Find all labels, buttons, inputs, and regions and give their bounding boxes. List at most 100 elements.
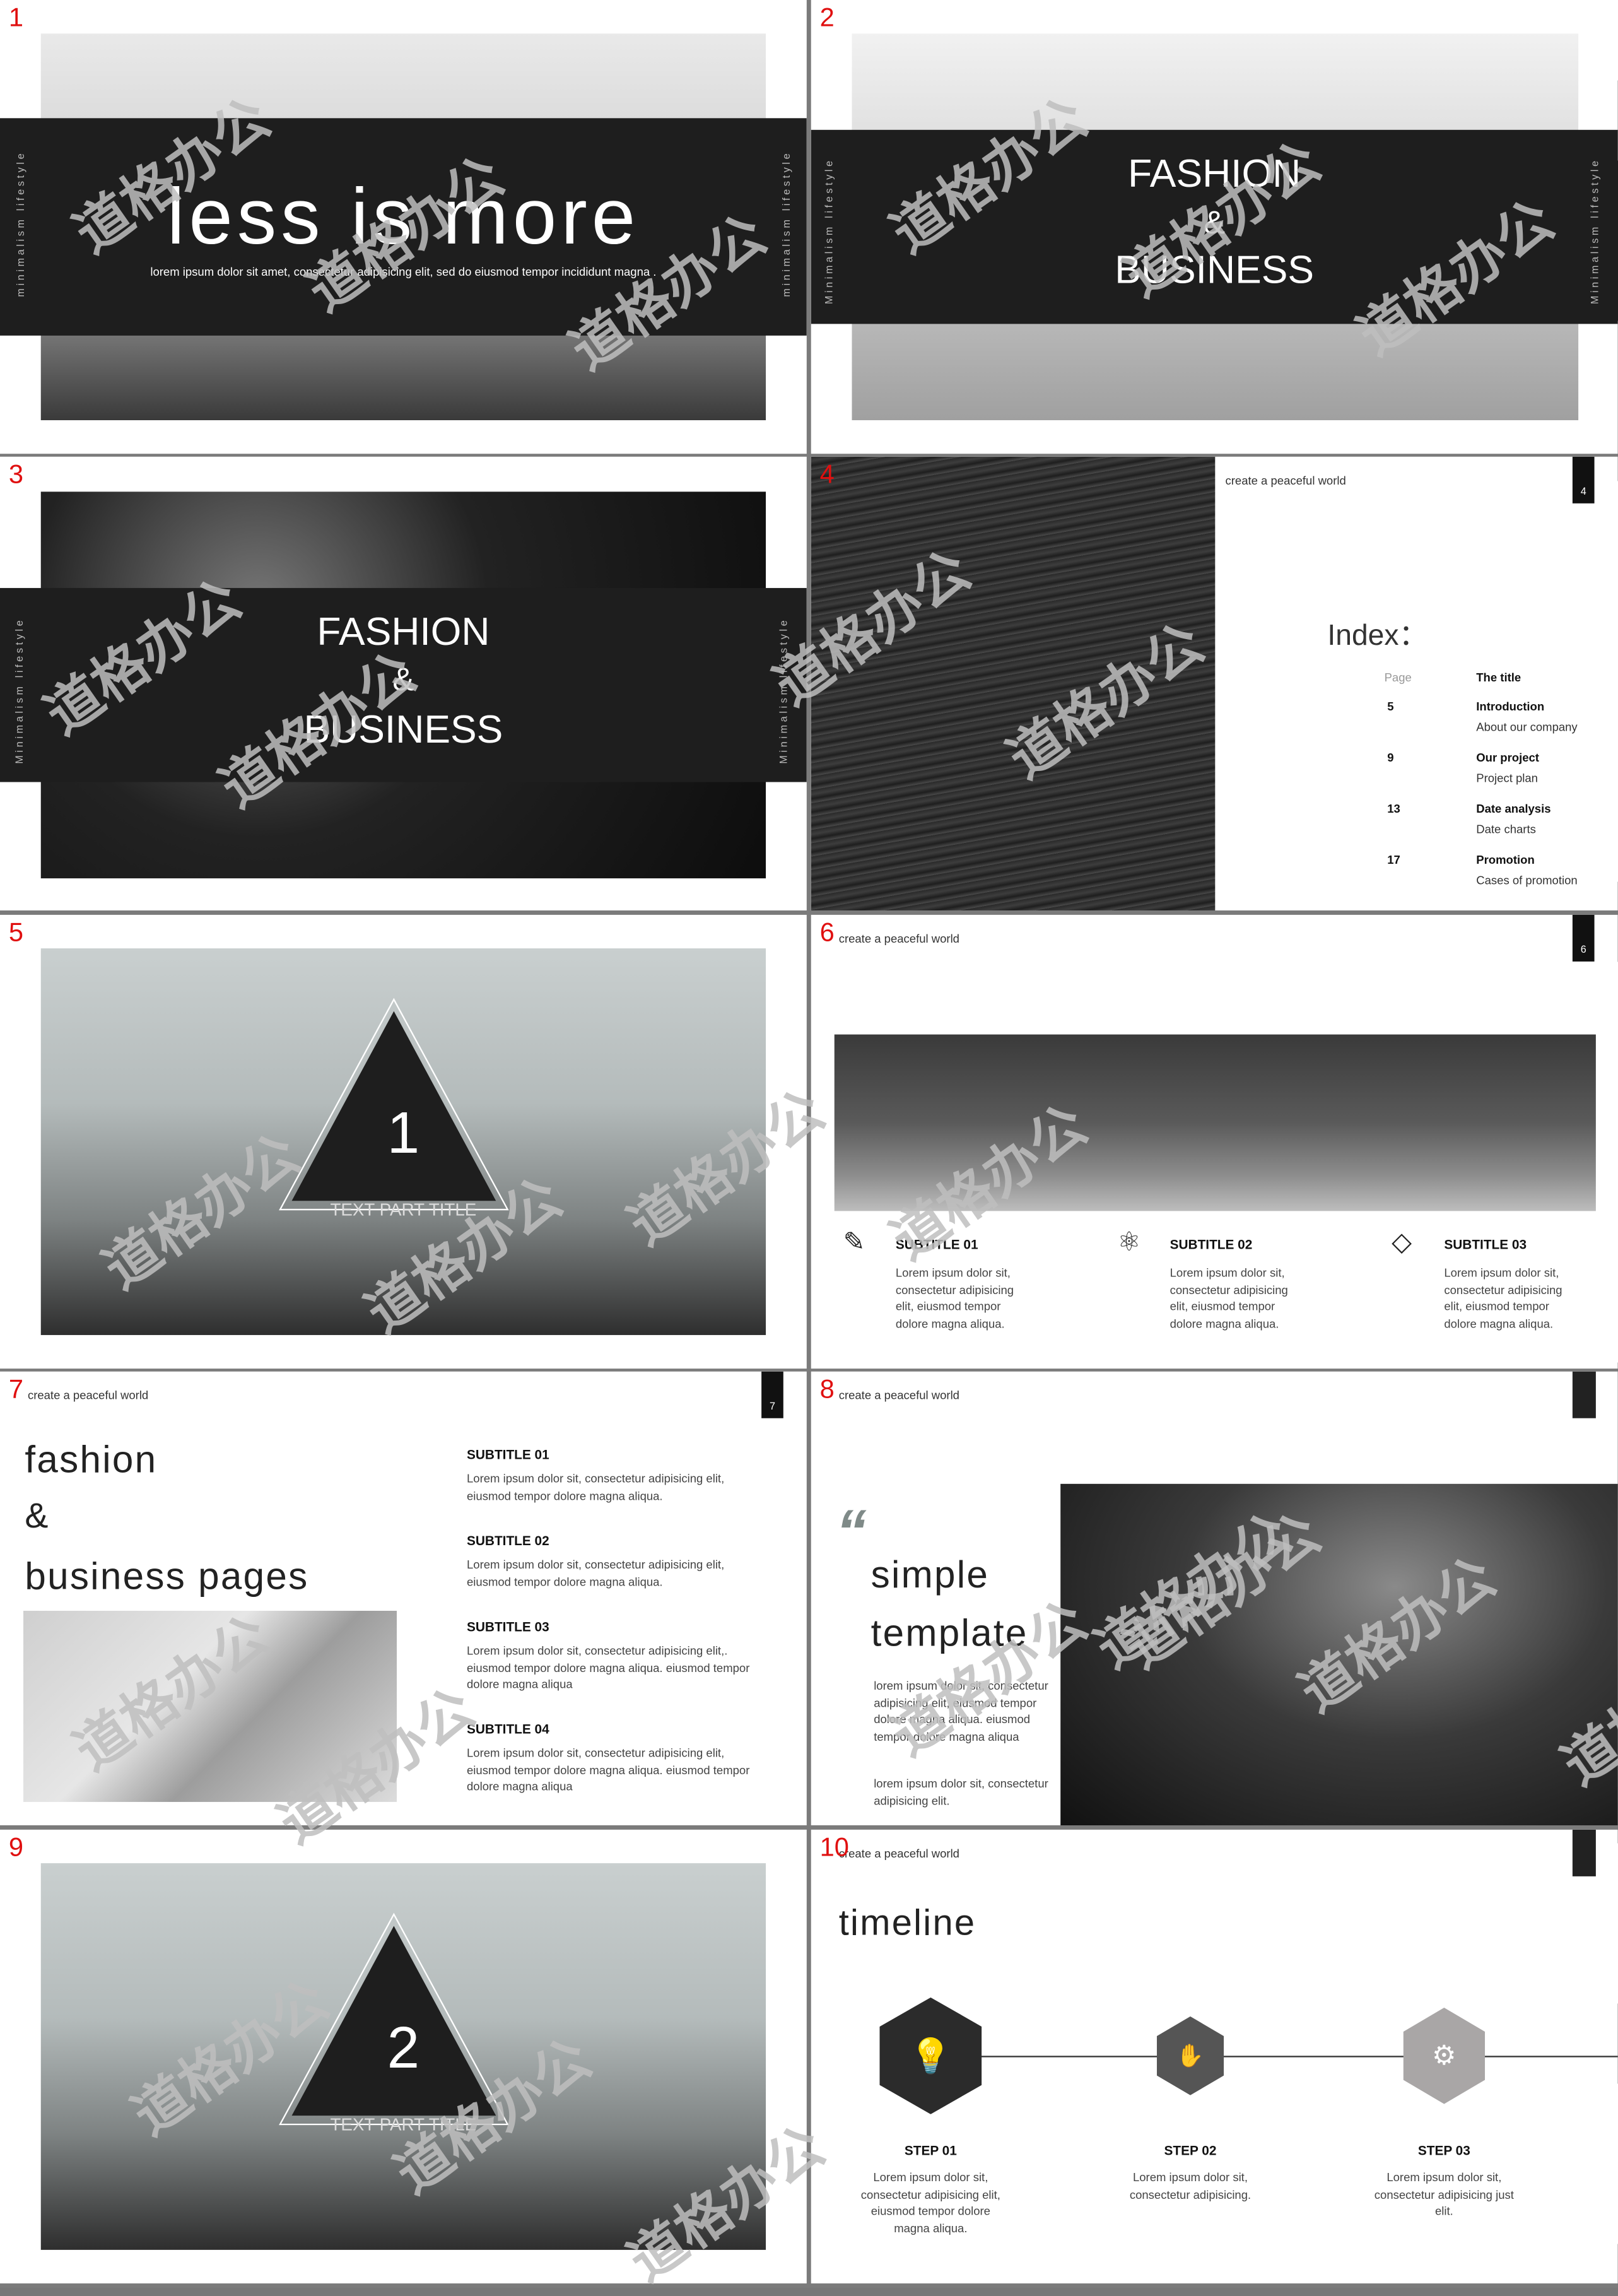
vertical-tagline-right: Minimalism lifestyle bbox=[1590, 158, 1601, 305]
page-number-box: 4 bbox=[1572, 456, 1595, 503]
title-line-3: BUSINESS bbox=[1115, 248, 1315, 292]
timeline-hexagon: ⚙ bbox=[1403, 2008, 1486, 2104]
title-line-2: & bbox=[392, 661, 414, 698]
col-page: Page bbox=[1384, 671, 1412, 685]
subtitle-heading: SUBTITLE 02 bbox=[467, 1533, 549, 1548]
header-tagline: create a peaceful world bbox=[1225, 474, 1346, 488]
title-line-2: template bbox=[871, 1611, 1028, 1655]
index-entry-desc: Date charts bbox=[1476, 823, 1536, 837]
step-text: Lorem ipsum dolor sit, consectetur adipi… bbox=[1374, 2171, 1514, 2218]
header-tagline: create a peaceful world bbox=[838, 1389, 959, 1403]
slide-8[interactable]: 8 create a peaceful world “ simple templ… bbox=[811, 1371, 1618, 1825]
index-entry-desc: Cases of promotion bbox=[1476, 874, 1578, 887]
slide-10[interactable]: 10 create a peaceful world timeline 💡 STE… bbox=[811, 1829, 1618, 2284]
slide-number: 2 bbox=[819, 3, 835, 32]
index-entry-title: Introduction bbox=[1476, 700, 1545, 714]
feature-title: SUBTITLE 02 bbox=[1170, 1237, 1253, 1252]
timeline-line bbox=[930, 2056, 1618, 2058]
slide-number: 1 bbox=[8, 3, 24, 32]
title-line-3: BUSINESS bbox=[303, 707, 503, 751]
feature-title: SUBTITLE 01 bbox=[895, 1237, 978, 1252]
paragraph-2: lorem ipsum dolor sit, consectetur adipi… bbox=[874, 1777, 1048, 1808]
step-text: Lorem ipsum dolor sit, consectetur adipi… bbox=[860, 2171, 1000, 2235]
header-tagline: create a peaceful world bbox=[27, 1389, 149, 1403]
slide-title: timeline bbox=[838, 1902, 976, 1944]
part-number: 2 bbox=[387, 2016, 420, 2081]
feature-text: Lorem ipsum dolor sit, consectetur adipi… bbox=[895, 1266, 1014, 1330]
slide-number: 5 bbox=[8, 917, 24, 947]
slide-6[interactable]: 6 create a peaceful world 6 ✎ SUBTITLE 01… bbox=[811, 914, 1618, 1369]
vertical-tagline-left: minimalism lifestyle bbox=[16, 150, 27, 297]
page-number-box: 6 bbox=[1572, 914, 1595, 962]
page-number-box bbox=[1572, 1829, 1596, 1876]
title-line-3: business pages bbox=[25, 1553, 309, 1598]
slide-number: 7 bbox=[8, 1374, 24, 1404]
slide-1[interactable]: 1 less is more lorem ipsum dolor sit ame… bbox=[0, 0, 807, 454]
slide-title: less is more bbox=[167, 174, 640, 261]
desk-photo bbox=[23, 1611, 397, 1802]
slide-number: 4 bbox=[819, 459, 835, 489]
title-line-1: FASHION bbox=[1128, 151, 1301, 196]
title-line-1: simple bbox=[871, 1552, 990, 1596]
helicopter-photo bbox=[834, 1034, 1596, 1211]
index-entry-title: Date analysis bbox=[1476, 802, 1551, 816]
title-line-1: fashion bbox=[25, 1437, 158, 1481]
slide-number: 3 bbox=[8, 459, 24, 489]
slide-subtitle: lorem ipsum dolor sit amet, consectetur … bbox=[150, 265, 657, 279]
notepad-pencil-icon: ✎ bbox=[843, 1227, 865, 1257]
part-number: 1 bbox=[387, 1101, 420, 1166]
head-gears-icon: ⚙ bbox=[1432, 2039, 1457, 2071]
vertical-tagline-right: Minimalism lifestyle bbox=[780, 617, 790, 764]
lightbulb-icon: 💡 bbox=[909, 2037, 952, 2075]
vertical-tagline-right: minimalism lifestyle bbox=[782, 150, 793, 297]
quote-mark: “ bbox=[836, 1497, 867, 1566]
feature-text: Lorem ipsum dolor sit, consectetur adipi… bbox=[1444, 1266, 1562, 1330]
slide-number: 10 bbox=[819, 1832, 849, 1862]
subtitle-heading: SUBTITLE 03 bbox=[467, 1619, 549, 1634]
subtitle-text: Lorem ipsum dolor sit, consectetur adipi… bbox=[467, 1472, 725, 1502]
atom-icon: ⚛ bbox=[1117, 1227, 1141, 1257]
index-entry-desc: Project plan bbox=[1476, 772, 1538, 786]
slide-3[interactable]: 3 FASHION & BUSINESS Minimalism lifestyl… bbox=[0, 456, 807, 910]
slide-2[interactable]: 2 FASHION & BUSINESS Minimalism lifestyl… bbox=[811, 0, 1618, 454]
slide-9[interactable]: 9 2 TEXT PART TITLE bbox=[0, 1829, 807, 2284]
slide-5[interactable]: 5 1 TEXT PART TITLE bbox=[0, 914, 807, 1369]
subtitle-text: Lorem ipsum dolor sit, consectetur adipi… bbox=[467, 1644, 750, 1692]
subtitle-heading: SUBTITLE 01 bbox=[467, 1447, 549, 1463]
index-page-number: 17 bbox=[1387, 853, 1400, 867]
vertical-tagline-left: Minimalism lifestyle bbox=[824, 158, 835, 305]
header-tagline: create a peaceful world bbox=[838, 932, 959, 946]
ocean-photo bbox=[811, 456, 1216, 910]
title-line-2: & bbox=[25, 1497, 49, 1537]
timeline-hexagon: ✋ bbox=[1156, 2016, 1224, 2095]
index-entry-desc: About our company bbox=[1476, 721, 1578, 734]
part-title: TEXT PART TITLE bbox=[330, 1199, 477, 1220]
part-title: TEXT PART TITLE bbox=[330, 2114, 477, 2135]
index-entry-title: Promotion bbox=[1476, 853, 1535, 867]
step-text: Lorem ipsum dolor sit, consectetur adipi… bbox=[1129, 2171, 1252, 2201]
title-line-2: & bbox=[1204, 204, 1226, 241]
step-title: STEP 02 bbox=[1164, 2143, 1217, 2158]
subtitle-text: Lorem ipsum dolor sit, consectetur adipi… bbox=[467, 1746, 750, 1794]
handshake-icon: ✋ bbox=[1176, 2043, 1205, 2068]
index-title: Index： bbox=[1327, 620, 1428, 652]
index-entry-title: Our project bbox=[1476, 751, 1539, 765]
index-page-number: 13 bbox=[1387, 802, 1400, 816]
slide-number: 9 bbox=[8, 1832, 24, 1862]
slide-number: 8 bbox=[819, 1374, 835, 1404]
title-line-1: FASHION bbox=[317, 609, 490, 654]
col-title: The title bbox=[1476, 671, 1521, 685]
subtitle-heading: SUBTITLE 04 bbox=[467, 1721, 549, 1736]
index-page-number: 9 bbox=[1387, 751, 1394, 765]
diamond-icon: ◇ bbox=[1392, 1227, 1412, 1257]
slide-4[interactable]: 4 create a peaceful world 4 Index： Page … bbox=[811, 456, 1618, 910]
slide-7[interactable]: 7 create a peaceful world 7 fashion & bu… bbox=[0, 1371, 807, 1825]
underwater-photo bbox=[1060, 1483, 1618, 1825]
feature-text: Lorem ipsum dolor sit, consectetur adipi… bbox=[1170, 1266, 1288, 1330]
slide-grid: 1 less is more lorem ipsum dolor sit ame… bbox=[0, 0, 1618, 2293]
paragraph-1: lorem ipsum dolor sit, consectetur adipi… bbox=[874, 1679, 1048, 1743]
vertical-tagline-left: Minimalism lifestyle bbox=[15, 617, 26, 764]
subtitle-text: Lorem ipsum dolor sit, consectetur adipi… bbox=[467, 1558, 725, 1589]
index-page-number: 5 bbox=[1387, 700, 1394, 714]
slide-number: 6 bbox=[819, 917, 835, 947]
